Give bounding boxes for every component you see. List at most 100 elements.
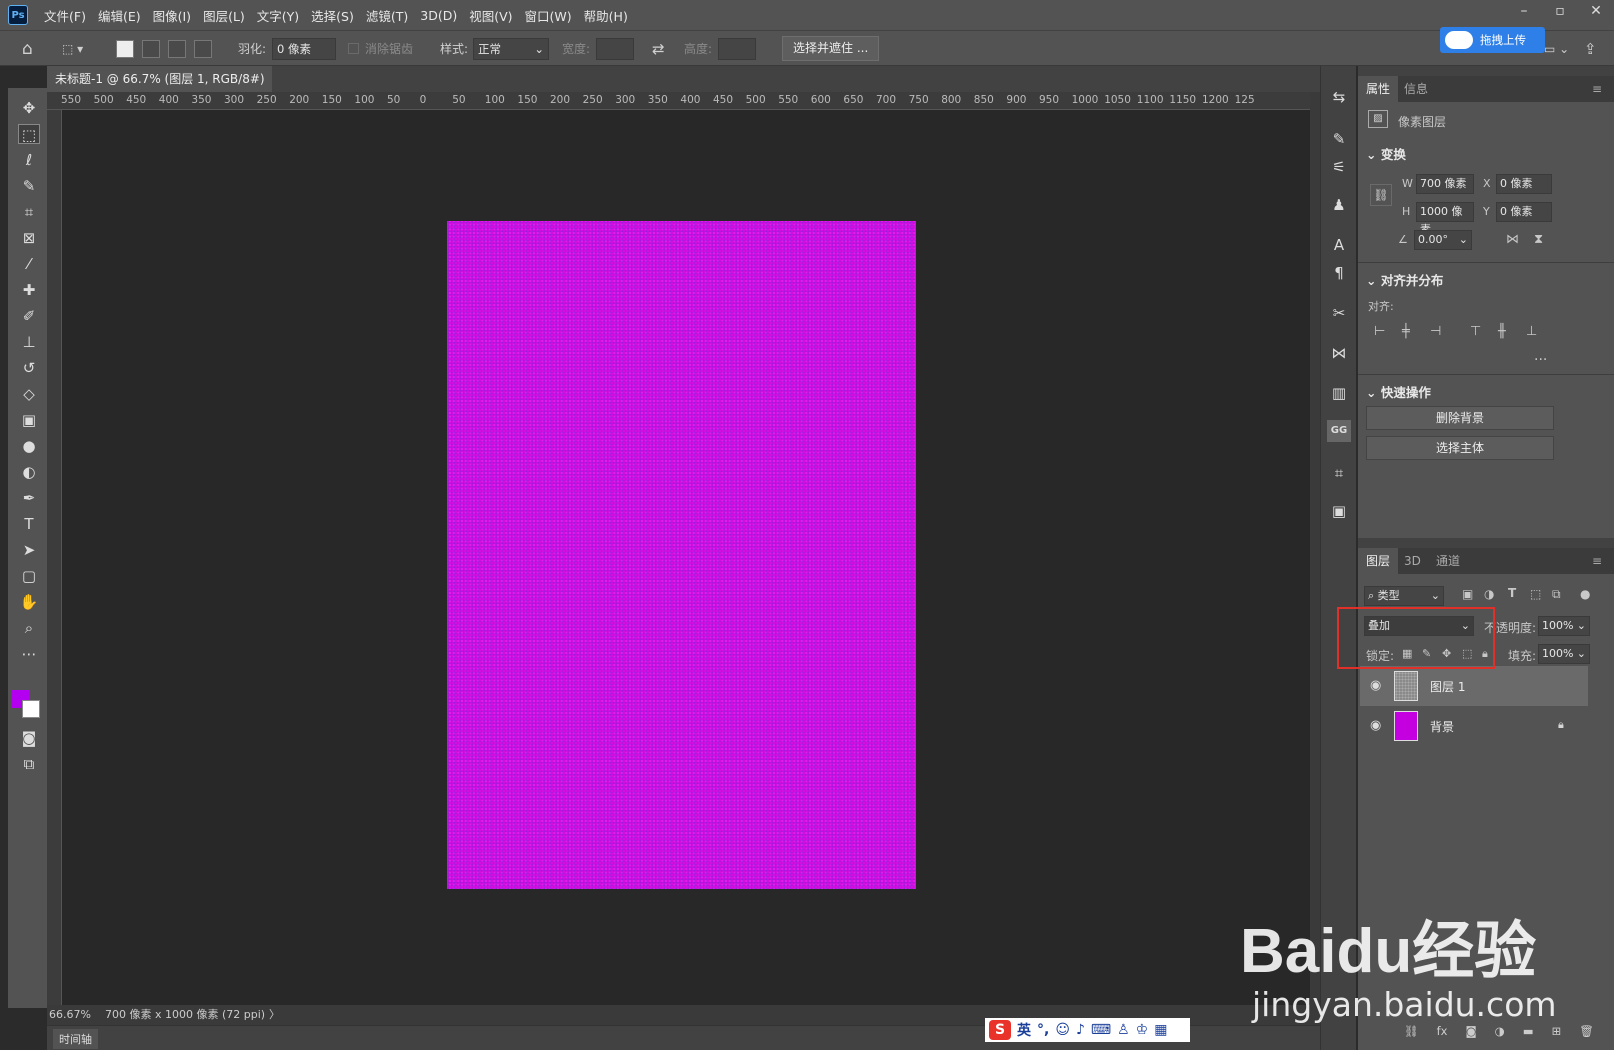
filter-toggle-icon[interactable]: ● — [1580, 587, 1590, 601]
visibility-eye-icon[interactable]: ◉ — [1370, 718, 1386, 734]
mic-icon[interactable]: ♪ — [1076, 1022, 1085, 1038]
flip-horizontal-icon[interactable]: ⋈ — [1506, 232, 1519, 247]
upload-button[interactable]: 拖拽上传 — [1440, 27, 1545, 53]
blur-tool-icon[interactable]: ● — [18, 436, 40, 456]
angle-field[interactable]: 0.00° ⌄ — [1414, 230, 1472, 250]
character-icon[interactable]: A — [1327, 234, 1351, 256]
select-subject-button[interactable]: 选择主体 — [1366, 436, 1554, 460]
menu-edit[interactable]: 编辑(E) — [92, 6, 147, 25]
punctuation-icon[interactable]: °, — [1037, 1022, 1049, 1038]
layer-row-background[interactable]: ◉ 背景 🔒︎ — [1360, 706, 1588, 746]
eyedropper-tool-icon[interactable]: ⁄ — [18, 254, 40, 274]
subtract-selection-icon[interactable] — [168, 40, 186, 58]
filter-shape-icon[interactable]: ⬚ — [1530, 587, 1541, 601]
transform-header[interactable]: ⌄ 变换 — [1366, 144, 1406, 163]
width-field[interactable]: 700 像素 — [1416, 174, 1474, 194]
document-canvas[interactable] — [447, 221, 916, 889]
background-color-swatch[interactable] — [22, 700, 40, 718]
panel-menu-icon[interactable]: ≡ — [1584, 76, 1610, 102]
close-window-button[interactable]: ✕ — [1578, 0, 1614, 22]
home-icon[interactable]: ⌂ — [22, 38, 33, 60]
filter-smart-icon[interactable]: ⧉ — [1552, 587, 1561, 602]
height-field[interactable]: 1000 像素 — [1416, 202, 1474, 236]
x-field[interactable]: 0 像素 — [1496, 174, 1552, 194]
visibility-eye-icon[interactable]: ◉ — [1370, 678, 1386, 694]
lasso-tool-icon[interactable]: ℓ — [18, 150, 40, 170]
more-align-icon[interactable]: ... — [1534, 348, 1547, 364]
flip-vertical-icon[interactable]: ⧗ — [1534, 232, 1543, 247]
gg-plugin-icon[interactable]: GG — [1327, 420, 1351, 442]
align-right-icon[interactable]: ⊣ — [1430, 324, 1441, 339]
style-select[interactable]: 正常 ⌄ — [473, 38, 549, 60]
export-icon[interactable]: ▣ — [1327, 500, 1351, 522]
healing-brush-icon[interactable]: ✚ — [18, 280, 40, 300]
layer-filter-select[interactable]: ⌕ 类型 ⌄ — [1364, 586, 1444, 606]
dodge-tool-icon[interactable]: ◐ — [18, 462, 40, 482]
menu-view[interactable]: 视图(V) — [463, 6, 518, 25]
history-brush-icon[interactable]: ↺ — [18, 358, 40, 378]
status-arrow-icon[interactable]: 〉 — [269, 1005, 280, 1025]
align-top-icon[interactable]: ⊤ — [1470, 324, 1481, 339]
remove-background-button[interactable]: 删除背景 — [1366, 406, 1554, 430]
gradient-tool-icon[interactable]: ▣ — [18, 410, 40, 430]
feather-input[interactable]: 0 像素 — [272, 38, 336, 60]
screen-mode-icon[interactable]: ⧉ — [18, 754, 40, 774]
paragraph-icon[interactable]: ¶ — [1327, 262, 1351, 284]
clone-source-icon[interactable]: ♟ — [1327, 194, 1351, 216]
brush-settings-icon[interactable]: ✎ — [1327, 128, 1351, 150]
marquee-preset-icon[interactable]: ⬚ ▾ — [62, 38, 83, 60]
filter-pixel-icon[interactable]: ▣ — [1462, 587, 1473, 601]
filter-type-icon[interactable]: T — [1508, 586, 1516, 600]
align-header[interactable]: ⌄ 对齐并分布 — [1366, 270, 1443, 289]
select-and-mask-button[interactable]: 选择并遮住 ... — [782, 36, 880, 61]
histogram-icon[interactable]: ▥ — [1327, 382, 1351, 404]
align-vcenter-icon[interactable]: ╫ — [1498, 324, 1506, 339]
paths-icon[interactable]: ⋈ — [1327, 342, 1351, 364]
menu-window[interactable]: 窗口(W) — [519, 6, 578, 25]
minimize-button[interactable]: – — [1506, 0, 1542, 22]
add-selection-icon[interactable] — [142, 40, 160, 58]
align-bottom-icon[interactable]: ⊥ — [1526, 324, 1537, 339]
user-icon[interactable]: ♙ — [1117, 1022, 1130, 1038]
intersect-selection-icon[interactable] — [194, 40, 212, 58]
menu-select[interactable]: 选择(S) — [305, 6, 360, 25]
quick-mask-icon[interactable]: ◙ — [18, 728, 40, 748]
document-tab[interactable]: 未标题-1 @ 66.7% (图层 1, RGB/8#) * × — [47, 66, 272, 112]
tab-channels[interactable]: 通道 — [1428, 548, 1468, 574]
eraser-tool-icon[interactable]: ◇ — [18, 384, 40, 404]
grid-icon[interactable]: ▦ — [1154, 1022, 1167, 1038]
pen-tool-icon[interactable]: ✒ — [18, 488, 40, 508]
workspace-icon[interactable]: ▭ ⌄ — [1544, 38, 1569, 60]
menu-image[interactable]: 图像(I) — [147, 6, 197, 25]
filter-adjustment-icon[interactable]: ◑ — [1484, 587, 1494, 601]
width-input[interactable] — [596, 38, 634, 60]
marquee-tool-icon[interactable]: ⬚ — [18, 124, 40, 144]
brush-tool-icon[interactable]: ✐ — [18, 306, 40, 326]
quick-select-tool-icon[interactable]: ✎ — [18, 176, 40, 196]
antialias-checkbox[interactable]: 消除锯齿 — [348, 38, 413, 60]
skin-icon[interactable]: ♔ — [1136, 1022, 1149, 1038]
ime-language[interactable]: 英 — [1017, 1020, 1031, 1040]
more-tools-icon[interactable]: ⋯ — [18, 644, 40, 664]
frame-tool-icon[interactable]: ⊠ — [18, 228, 40, 248]
height-input[interactable] — [718, 38, 756, 60]
menu-help[interactable]: 帮助(H) — [578, 6, 634, 25]
crop-tool-icon[interactable]: ⌗ — [18, 202, 40, 222]
zoom-tool-icon[interactable]: ⌕ — [18, 618, 40, 638]
link-icon[interactable]: ⛓ — [1370, 184, 1392, 206]
keyboard-icon[interactable]: ⌨ — [1091, 1022, 1111, 1038]
menu-type[interactable]: 文字(Y) — [251, 6, 305, 25]
zoom-level[interactable]: 66.67% — [49, 1005, 91, 1025]
path-select-icon[interactable]: ➤ — [18, 540, 40, 560]
crop-panel-icon[interactable]: ⌗ — [1327, 462, 1351, 484]
share-icon[interactable]: ⇪ — [1584, 38, 1597, 60]
quick-actions-header[interactable]: ⌄ 快速操作 — [1366, 382, 1431, 401]
timeline-tab[interactable]: 时间轴 — [53, 1029, 98, 1049]
menu-layer[interactable]: 图层(L) — [197, 6, 251, 25]
emoji-icon[interactable]: ☺ — [1055, 1022, 1070, 1038]
align-left-icon[interactable]: ⊢ — [1374, 324, 1385, 339]
fill-field[interactable]: 100% ⌄ — [1538, 644, 1590, 664]
type-tool-icon[interactable]: T — [18, 514, 40, 534]
maximize-button[interactable]: ▫ — [1542, 0, 1578, 22]
stamp-tool-icon[interactable]: ⊥ — [18, 332, 40, 352]
